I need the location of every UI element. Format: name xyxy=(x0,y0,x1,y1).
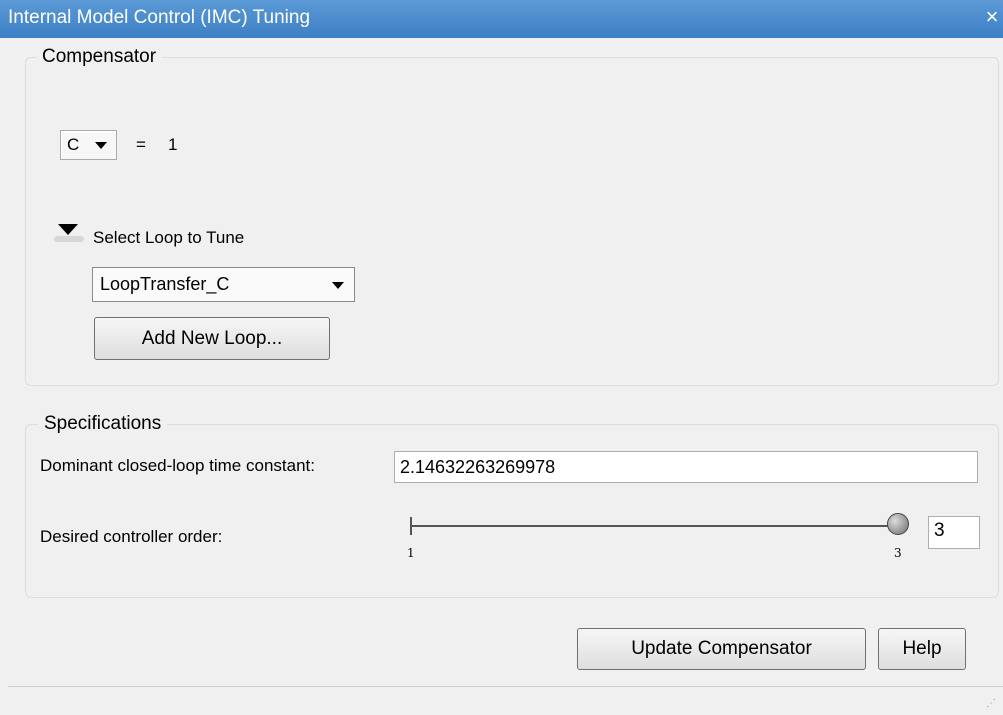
window-title: Internal Model Control (IMC) Tuning xyxy=(8,7,311,28)
title-bar: Internal Model Control (IMC) Tuning × xyxy=(0,0,1003,38)
equals-sign: = xyxy=(136,135,146,154)
loop-select-dropdown[interactable]: LoopTransfer_C xyxy=(92,267,355,302)
loop-select-value: LoopTransfer_C xyxy=(100,274,230,294)
slider-thumb[interactable] xyxy=(887,513,909,535)
compensator-value: 1 xyxy=(168,135,178,154)
time-constant-input[interactable] xyxy=(394,451,978,483)
controller-order-slider[interactable] xyxy=(410,525,902,527)
slider-min-label: 1 xyxy=(407,546,415,560)
help-button[interactable]: Help xyxy=(878,628,966,670)
select-loop-label: Select Loop to Tune xyxy=(93,228,245,247)
dialog-content: Compensator C = 1 Select Loop to Tune Lo… xyxy=(8,38,1003,715)
compensator-legend: Compensator xyxy=(36,46,163,68)
chevron-down-icon xyxy=(332,282,344,289)
add-new-loop-button[interactable]: Add New Loop... xyxy=(94,317,330,360)
close-icon[interactable]: × xyxy=(981,4,1003,30)
compensator-selector-value: C xyxy=(67,135,80,154)
resize-grip-icon[interactable]: ⋰ xyxy=(986,698,997,709)
controller-order-label: Desired controller order: xyxy=(40,527,223,546)
status-bar-divider xyxy=(8,686,1003,687)
compensator-selector[interactable]: C xyxy=(60,130,117,160)
time-constant-label: Dominant closed-loop time constant: xyxy=(40,456,315,475)
chevron-down-icon xyxy=(95,142,107,149)
slider-max-label: 3 xyxy=(894,546,902,560)
specifications-legend: Specifications xyxy=(38,413,168,435)
update-compensator-button[interactable]: Update Compensator xyxy=(577,628,866,670)
expand-triangle-icon[interactable] xyxy=(54,224,84,242)
controller-order-input[interactable]: 3 xyxy=(928,516,980,549)
